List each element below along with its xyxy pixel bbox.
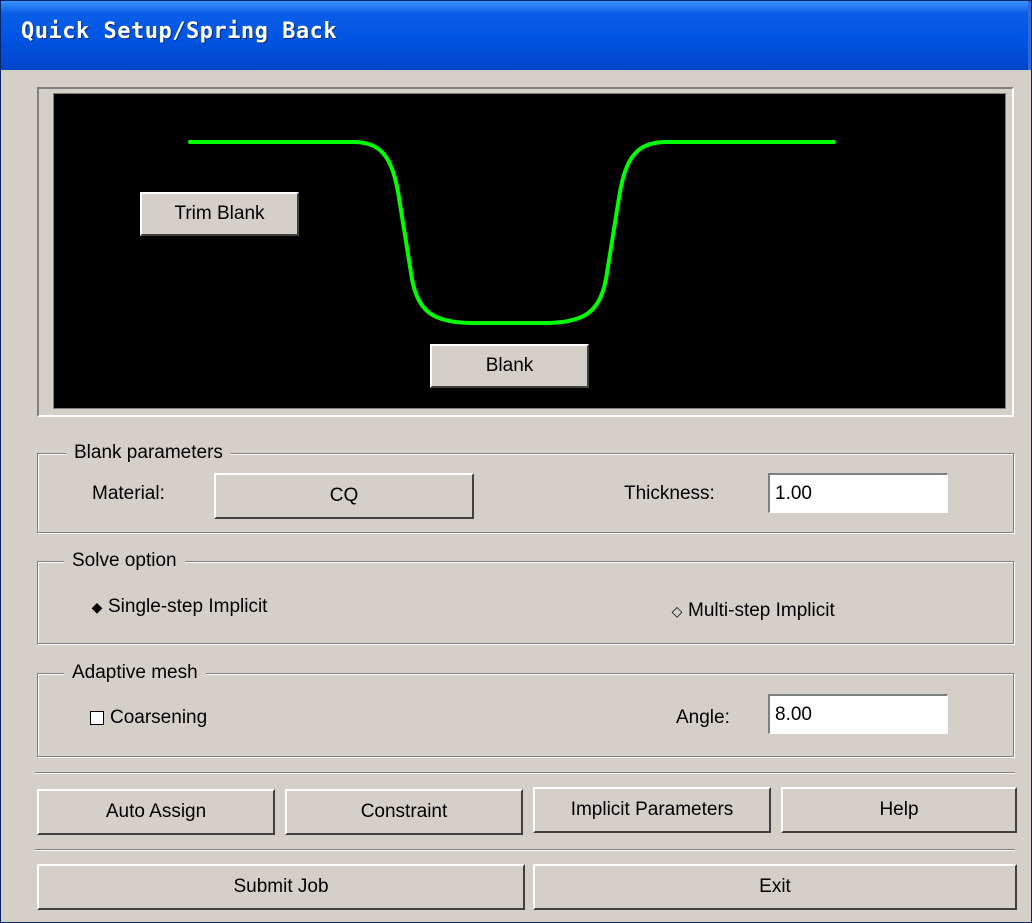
thickness-label: Thickness: xyxy=(624,483,715,504)
trim-blank-button[interactable]: Trim Blank xyxy=(140,192,299,236)
checkbox-box xyxy=(90,711,104,725)
angle-label: Angle: xyxy=(676,707,730,728)
implicit-parameters-button[interactable]: Implicit Parameters xyxy=(533,787,771,833)
dialog-window: Quick Setup/Spring Back Trim Blank Blank… xyxy=(0,0,1032,923)
exit-button[interactable]: Exit xyxy=(533,864,1017,910)
window-title: Quick Setup/Spring Back xyxy=(21,19,338,44)
divider xyxy=(35,849,1015,851)
coarsening-label: Coarsening xyxy=(110,707,208,728)
divider xyxy=(35,772,1015,774)
thickness-input[interactable] xyxy=(768,473,948,513)
adaptive-mesh-legend: Adaptive mesh xyxy=(64,660,206,686)
material-button[interactable]: CQ xyxy=(214,473,474,519)
adaptive-mesh-group: Adaptive mesh Coarsening Angle: xyxy=(37,660,1014,757)
radio-single-step-implicit[interactable]: ◆ Single-step Implicit xyxy=(90,596,268,618)
blank-button[interactable]: Blank xyxy=(430,344,589,388)
radio-label: Multi-step Implicit xyxy=(688,600,835,621)
radio-selected-icon: ◆ xyxy=(91,598,103,615)
radio-label: Single-step Implicit xyxy=(108,596,268,617)
coarsening-checkbox[interactable]: Coarsening xyxy=(90,707,207,729)
help-button[interactable]: Help xyxy=(781,787,1017,833)
solve-option-legend: Solve option xyxy=(64,548,185,574)
blank-parameters-legend: Blank parameters xyxy=(66,440,231,466)
angle-input[interactable] xyxy=(768,694,948,734)
submit-job-button[interactable]: Submit Job xyxy=(37,864,525,910)
blank-parameters-group: Blank parameters Material: CQ Thickness: xyxy=(37,440,1014,533)
constraint-button[interactable]: Constraint xyxy=(285,789,523,835)
auto-assign-button[interactable]: Auto Assign xyxy=(37,789,275,835)
preview-canvas: Trim Blank Blank xyxy=(53,93,1006,409)
material-label: Material: xyxy=(92,483,165,504)
radio-multi-step-implicit[interactable]: ◇ Multi-step Implicit xyxy=(670,600,835,622)
preview-frame: Trim Blank Blank xyxy=(37,87,1014,417)
solve-option-group: Solve option ◆ Single-step Implicit ◇ Mu… xyxy=(37,548,1014,644)
radio-unselected-icon: ◇ xyxy=(671,602,683,619)
title-bar[interactable]: Quick Setup/Spring Back xyxy=(1,1,1031,70)
